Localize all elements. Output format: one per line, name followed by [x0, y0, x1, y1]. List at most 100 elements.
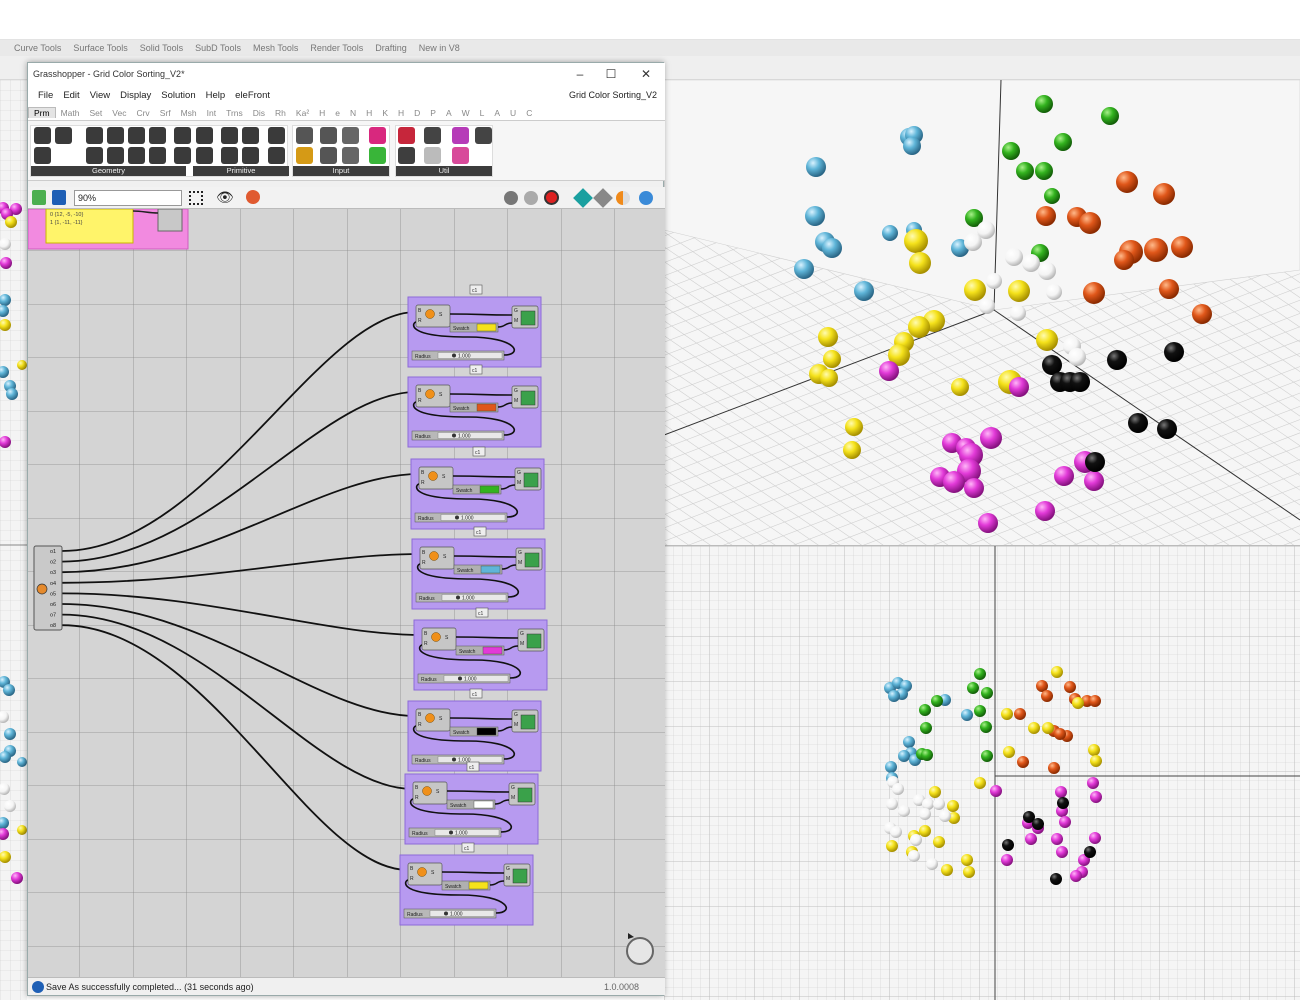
sphere[interactable] [964, 478, 984, 498]
save-file-icon[interactable] [52, 190, 66, 205]
output-o7[interactable]: o7 [50, 613, 56, 619]
sphere[interactable] [963, 866, 975, 878]
category-tab[interactable]: A [489, 108, 505, 118]
component-icon[interactable] [320, 147, 337, 164]
sphere[interactable] [1090, 791, 1102, 803]
slider-grip[interactable] [456, 595, 460, 600]
sphere[interactable] [978, 513, 998, 533]
sphere[interactable] [1002, 839, 1014, 851]
sphere[interactable] [1042, 722, 1054, 734]
component-icon[interactable] [149, 147, 166, 164]
component-icon[interactable] [86, 147, 103, 164]
sphere[interactable] [1085, 452, 1105, 472]
canvas-navigation-icon[interactable] [626, 937, 654, 965]
sphere[interactable] [1107, 350, 1127, 370]
category-tab[interactable]: Int [202, 108, 221, 118]
sphere[interactable] [898, 805, 910, 817]
sphere[interactable] [823, 350, 841, 368]
sphere[interactable] [943, 471, 965, 493]
component-icon[interactable] [107, 147, 124, 164]
sphere[interactable] [980, 427, 1002, 449]
swatch-color[interactable] [479, 485, 500, 494]
sphere[interactable] [1014, 708, 1026, 720]
sphere[interactable] [980, 721, 992, 733]
sphere[interactable] [964, 233, 982, 251]
component-icon[interactable] [174, 147, 191, 164]
swatch-color[interactable] [476, 323, 497, 332]
sphere[interactable] [1051, 666, 1063, 678]
sphere[interactable] [805, 206, 825, 226]
component-icon[interactable] [221, 147, 238, 164]
output-o3[interactable]: o3 [50, 570, 56, 576]
sphere[interactable] [888, 690, 900, 702]
sphere[interactable] [921, 749, 933, 761]
sphere[interactable] [919, 825, 931, 837]
slider-grip[interactable] [452, 433, 456, 438]
sphere[interactable] [890, 826, 902, 838]
slider-grip[interactable] [455, 515, 459, 520]
component-icon[interactable] [196, 147, 213, 164]
sphere[interactable] [892, 783, 904, 795]
display-mode-icon[interactable] [639, 191, 653, 205]
sphere[interactable] [822, 238, 842, 258]
sphere[interactable] [961, 854, 973, 866]
category-tab[interactable]: Math [56, 108, 85, 118]
sphere[interactable] [929, 786, 941, 798]
swatch-color[interactable] [473, 800, 494, 809]
sphere[interactable] [1048, 762, 1060, 774]
component-icon[interactable] [475, 127, 492, 144]
sphere[interactable] [1032, 818, 1044, 830]
sphere[interactable] [1088, 744, 1100, 756]
category-tab[interactable]: H [314, 108, 330, 118]
sphere[interactable] [986, 273, 1002, 289]
sphere[interactable] [898, 750, 910, 762]
maximize-button[interactable]: ☐ [597, 65, 625, 83]
component-icon[interactable] [34, 127, 51, 144]
sphere[interactable] [1157, 419, 1177, 439]
sphere[interactable] [1001, 854, 1013, 866]
component-icon[interactable] [320, 127, 337, 144]
sphere[interactable] [1054, 133, 1072, 151]
component-icon[interactable] [424, 127, 441, 144]
sphere[interactable] [794, 259, 814, 279]
sphere[interactable] [1035, 501, 1055, 521]
sphere[interactable] [1022, 254, 1040, 272]
component-icon[interactable] [242, 127, 259, 144]
sphere[interactable] [1089, 832, 1101, 844]
category-tab[interactable]: D [409, 108, 425, 118]
sphere[interactable] [1028, 722, 1040, 734]
sphere[interactable] [931, 695, 943, 707]
sphere[interactable] [17, 825, 27, 835]
sphere[interactable] [1051, 833, 1063, 845]
gh-canvas[interactable]: 0 {12, -5, -10} 1 {1, -11, -11} c1 B R S Swa… [28, 209, 665, 977]
sphere[interactable] [1164, 342, 1184, 362]
sphere-group-2[interactable]: c1BRSSwatchGMRadius 1.000 [407, 364, 542, 448]
sphere[interactable] [1057, 797, 1069, 809]
category-tab[interactable]: H [393, 108, 409, 118]
rhino-perspective-viewport[interactable] [664, 80, 1300, 545]
gh-title-bar[interactable]: Grasshopper - Grid Color Sorting_V2* – ☐… [28, 63, 665, 85]
component-icon[interactable] [342, 147, 359, 164]
component-icon[interactable] [128, 147, 145, 164]
sphere[interactable] [909, 252, 931, 274]
output-o8[interactable]: o8 [50, 623, 56, 629]
sphere-group-4[interactable]: c1BRSSwatchGMRadius 1.000 [411, 526, 546, 610]
sphere[interactable] [17, 360, 27, 370]
output-o2[interactable]: o2 [50, 560, 56, 566]
slider-grip[interactable] [458, 676, 462, 681]
sphere[interactable] [1090, 755, 1102, 767]
sphere[interactable] [903, 137, 921, 155]
component-icon[interactable] [369, 147, 386, 164]
component-icon[interactable] [452, 127, 469, 144]
sphere[interactable] [1171, 236, 1193, 258]
rhino-tab[interactable]: Surface Tools [67, 43, 133, 53]
sphere[interactable] [1153, 183, 1175, 205]
sphere[interactable] [964, 279, 986, 301]
slider-grip[interactable] [452, 353, 456, 358]
component-icon[interactable] [221, 127, 238, 144]
rhino-tab[interactable]: Drafting [369, 43, 413, 53]
sphere[interactable] [4, 800, 16, 812]
menu-file[interactable]: File [38, 90, 53, 101]
sphere[interactable] [806, 157, 826, 177]
sphere[interactable] [974, 705, 986, 717]
